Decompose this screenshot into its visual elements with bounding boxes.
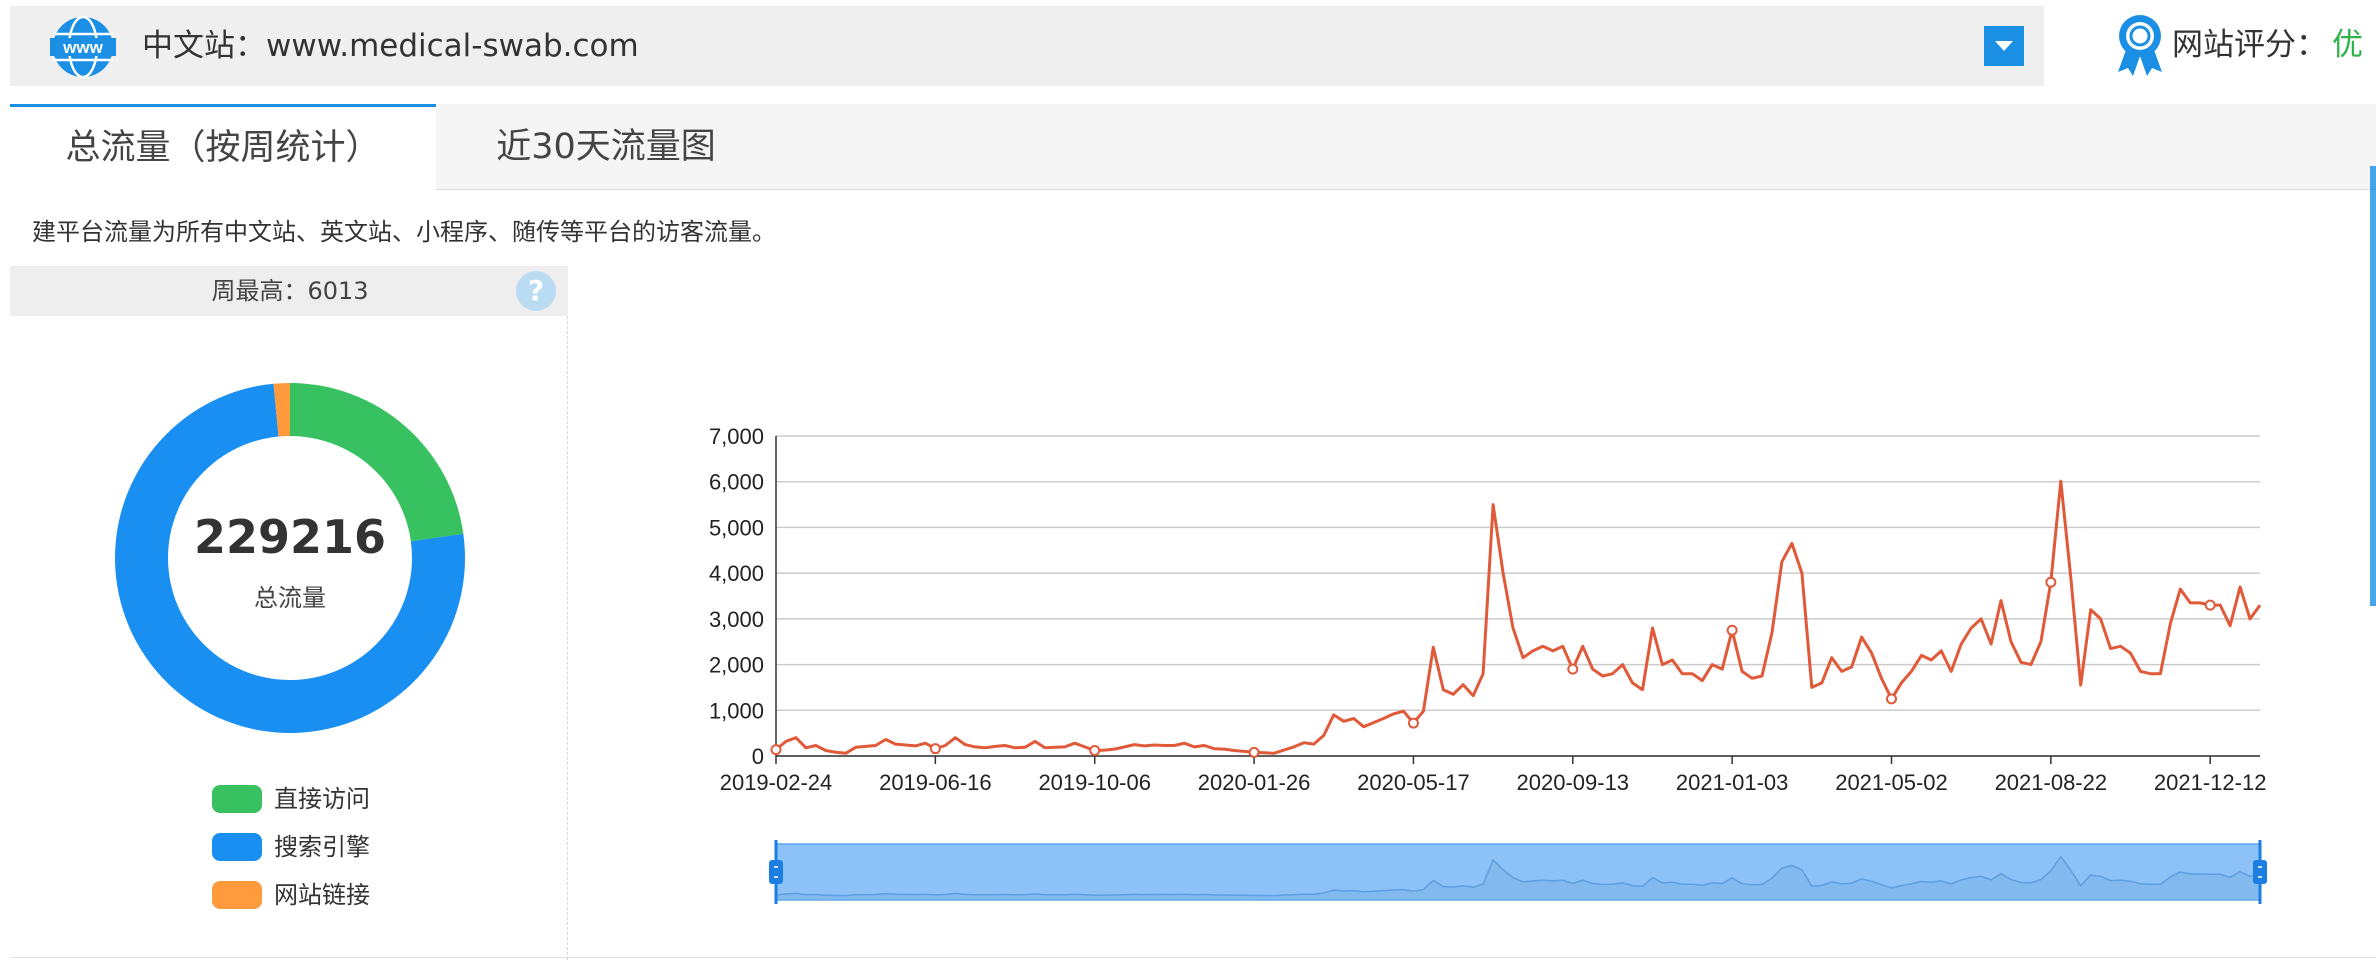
traffic-tabs: 总流量（按周统计） 近30天流量图 — [10, 104, 2376, 191]
legend-label-direct: 直接访问 — [274, 785, 370, 813]
x-tick-label: 2020-09-13 — [1517, 770, 1630, 795]
y-tick-label: 6,000 — [709, 470, 764, 495]
data-point[interactable] — [1089, 745, 1101, 757]
data-point[interactable] — [2204, 599, 2216, 611]
y-tick-label: 4,000 — [709, 561, 764, 586]
weekly-max: 周最高：6013 — [211, 277, 369, 305]
x-tick-label: 2021-08-22 — [1995, 770, 2108, 795]
y-tick-label: 5,000 — [709, 515, 764, 540]
data-point[interactable] — [1248, 746, 1260, 758]
tab-30-day[interactable]: 近30天流量图 — [436, 104, 776, 190]
y-tick-label: 7,000 — [709, 424, 764, 449]
globe-icon: www — [50, 15, 116, 79]
data-point[interactable] — [770, 744, 782, 756]
legend-swatch-direct — [212, 785, 262, 813]
x-tick-label: 2019-10-06 — [1038, 770, 1151, 795]
legend-label-search: 搜索引擎 — [274, 833, 370, 861]
site-dropdown-button[interactable] — [1984, 26, 2024, 66]
site-selector-bar: www 中文站：www.medical-swab.com — [10, 6, 2044, 86]
summary-header: 周最高：6013 ? — [10, 266, 568, 316]
legend-item-search[interactable]: 搜索引擎 — [212, 824, 412, 872]
globe-text: www — [62, 38, 103, 57]
legend-label-link: 网站链接 — [274, 881, 370, 909]
x-tick-label: 2021-05-02 — [1835, 770, 1948, 795]
total-traffic-value: 229216 — [193, 510, 387, 564]
award-icon — [2118, 15, 2162, 76]
x-tick-label: 2020-05-17 — [1357, 770, 1470, 795]
y-tick-label: 0 — [752, 744, 764, 769]
x-tick-label: 2021-12-12 — [2154, 770, 2267, 795]
platform-note: 建平台流量为所有中文站、英文站、小程序、随传等平台的访客流量。 — [32, 218, 776, 246]
data-point[interactable] — [1726, 624, 1738, 636]
donut-legend: 直接访问 搜索引擎 网站链接 — [212, 776, 412, 920]
range-handle-start[interactable] — [769, 860, 783, 884]
legend-swatch-link — [212, 881, 262, 909]
site-label: 中文站：www.medical-swab.com — [142, 28, 639, 64]
x-tick-label: 2019-06-16 — [879, 770, 992, 795]
range-handle-end[interactable] — [2253, 860, 2267, 884]
total-traffic-label: 总流量 — [254, 584, 326, 612]
x-tick-label: 2019-02-24 — [720, 770, 833, 795]
traffic-summary-panel: 周最高：6013 ? 229216 总流量 直接访问 搜索引擎 网站链接 — [10, 266, 568, 960]
legend-item-link[interactable]: 网站链接 — [212, 872, 412, 920]
y-tick-label: 3,000 — [709, 607, 764, 632]
scroll-accent — [2370, 166, 2376, 606]
data-point[interactable] — [929, 743, 941, 755]
data-point[interactable] — [1567, 663, 1579, 675]
x-tick-label: 2021-01-03 — [1676, 770, 1789, 795]
y-tick-label: 2,000 — [709, 653, 764, 678]
data-point[interactable] — [1885, 693, 1897, 705]
weekly-traffic-line-chart: 0 1,000 2,000 3,000 4,000 5,000 6,000 7,000 2019… — [709, 424, 2267, 904]
data-point[interactable] — [1407, 717, 1419, 729]
series-line-traffic[interactable] — [775, 479, 2262, 755]
y-tick-label: 1,000 — [709, 698, 764, 723]
legend-swatch-search — [212, 833, 262, 861]
legend-item-direct[interactable]: 直接访问 — [212, 776, 412, 824]
panel-bottom-border — [10, 957, 2376, 958]
tab-weekly-total[interactable]: 总流量（按周统计） — [10, 104, 436, 191]
help-icon[interactable]: ? — [516, 271, 556, 311]
rating-value: 优 — [2332, 27, 2363, 63]
x-tick-label: 2020-01-26 — [1198, 770, 1311, 795]
source-donut-chart: 229216 总流量 — [110, 378, 470, 738]
rating-label: 网站评分： — [2172, 27, 2327, 63]
data-point[interactable] — [2045, 576, 2057, 588]
